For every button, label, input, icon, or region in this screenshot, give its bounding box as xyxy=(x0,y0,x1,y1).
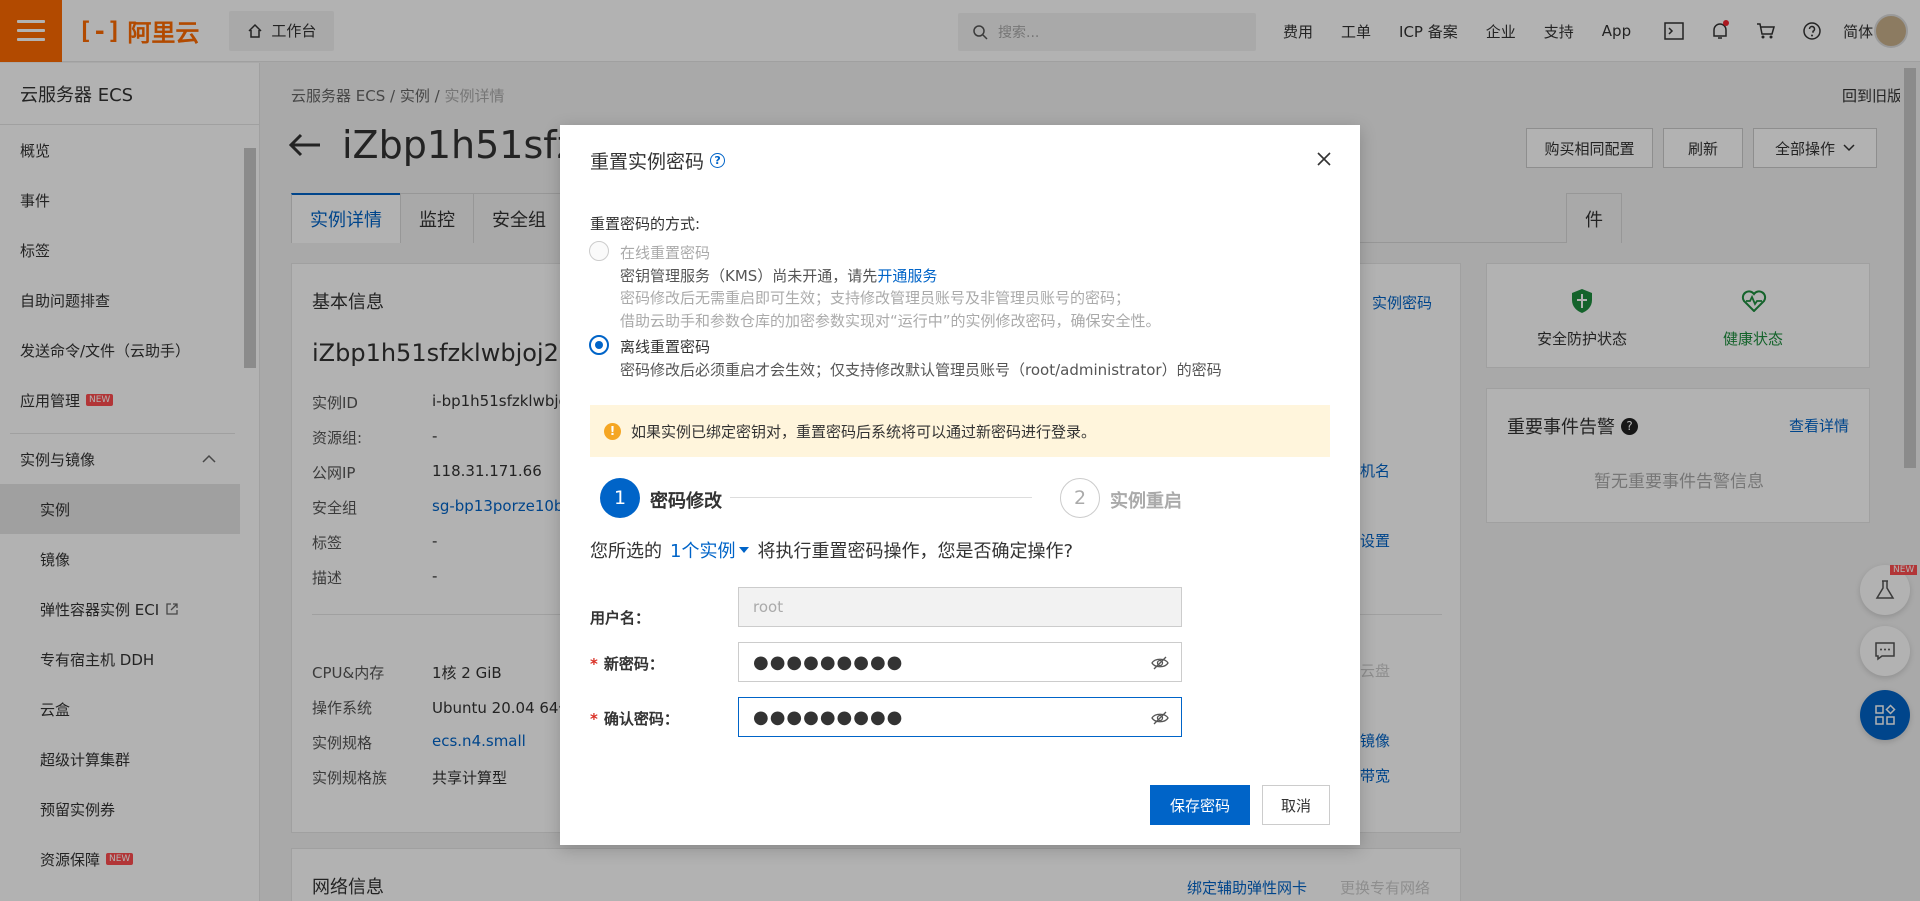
confirm-password-value: ●●●●●●●●● xyxy=(753,706,904,728)
selected-instances-dropdown[interactable]: 1个实例 xyxy=(670,537,750,563)
new-password-field[interactable]: ●●●●●●●●● xyxy=(738,642,1182,682)
confirm-text: 您所选的 1个实例 将执行重置密码操作，您是否确定操作? xyxy=(590,537,1073,563)
notice-banner: ! 如果实例已绑定密钥对，重置密码后系统将可以通过新密码进行登录。 xyxy=(590,405,1330,457)
close-icon[interactable] xyxy=(1312,147,1336,171)
help-icon[interactable]: ? xyxy=(710,153,726,168)
step-1-indicator: 1 xyxy=(600,478,640,518)
username-label: 用户名： xyxy=(590,609,651,627)
enable-service-link[interactable]: 开通服务 xyxy=(877,267,937,285)
method-label: 重置密码的方式: xyxy=(590,215,701,233)
eye-off-icon[interactable] xyxy=(1151,654,1169,672)
username-field: root xyxy=(738,587,1182,627)
radio-offline-reset[interactable] xyxy=(589,335,609,355)
step-2-indicator: 2 xyxy=(1060,478,1100,518)
confirm-password-label: * 确认密码： xyxy=(590,710,679,728)
save-password-button[interactable]: 保存密码 xyxy=(1150,785,1250,825)
step-connector xyxy=(730,497,1032,498)
offline-desc: 密码修改后必须重启才会生效；仅支持修改默认管理员账号（root/administ… xyxy=(620,361,1222,379)
caret-down-icon xyxy=(739,547,750,553)
online-desc-3: 借助云助手和参数仓库的加密参数实现对“运行中”的实例修改密码，确保安全性。 xyxy=(620,312,1161,330)
warning-icon: ! xyxy=(604,422,621,440)
new-password-label: * 新密码： xyxy=(590,655,664,673)
dialog-title: 重置实例密码 ? xyxy=(590,147,726,174)
option-offline-label: 离线重置密码 xyxy=(620,338,711,356)
online-desc-2: 密码修改后无需重启即可生效；支持修改管理员账号及非管理员账号的密码； xyxy=(620,289,1131,307)
step-1-label: 密码修改 xyxy=(650,491,722,512)
option-online-label: 在线重置密码 xyxy=(620,244,711,262)
online-desc-kms: 密钥管理服务（KMS）尚未开通，请先开通服务 xyxy=(620,267,938,285)
cancel-button[interactable]: 取消 xyxy=(1262,785,1330,825)
confirm-password-field[interactable]: ●●●●●●●●● xyxy=(738,697,1182,737)
reset-password-dialog: 重置实例密码 ? 重置密码的方式: 在线重置密码 密钥管理服务（KMS）尚未开通… xyxy=(560,125,1360,845)
eye-off-icon[interactable] xyxy=(1151,709,1169,727)
new-password-value: ●●●●●●●●● xyxy=(753,651,904,673)
notice-text: 如果实例已绑定密钥对，重置密码后系统将可以通过新密码进行登录。 xyxy=(631,422,1097,441)
radio-online-reset[interactable] xyxy=(589,241,609,261)
step-2-label: 实例重启 xyxy=(1110,491,1182,512)
